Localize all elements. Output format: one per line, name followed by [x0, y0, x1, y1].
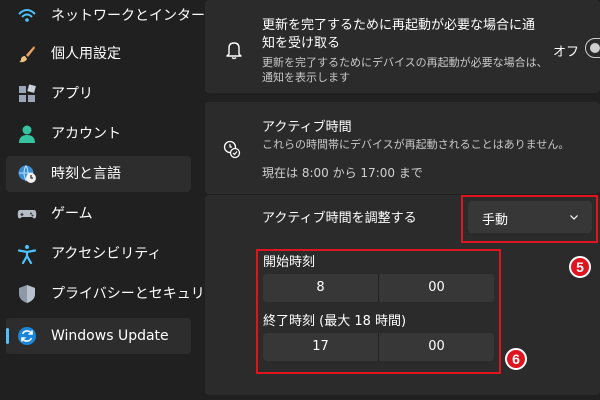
sidebar-item-label: アクセシビリティ: [51, 246, 162, 262]
sidebar-item-network[interactable]: ネットワークとインターネット: [6, 0, 247, 34]
time-language-icon: [18, 165, 36, 183]
sidebar-item-windows-update[interactable]: Windows Update: [6, 318, 191, 354]
sidebar-item-apps[interactable]: アプリ: [6, 76, 191, 112]
adjust-label: アクティブ時間を調整する: [262, 211, 417, 226]
active-hours-description: これらの時間帯にデバイスが再起動されることはありません。: [262, 138, 570, 151]
active-hours-icon: [223, 140, 241, 159]
windows-update-icon: [18, 327, 36, 345]
notify-restart-toggle[interactable]: [585, 38, 600, 58]
toggle-state-label: オフ: [553, 45, 580, 60]
active-hours-title: アクティブ時間: [262, 120, 352, 135]
annotation-badge-5: 5: [569, 256, 591, 278]
accessibility-icon: [17, 245, 37, 264]
sidebar-item-accounts[interactable]: アカウント: [6, 116, 191, 152]
notify-desc-line1: 更新を完了するためにデバイスの再起動が必要な場合は、: [262, 56, 548, 69]
selection-indicator: [6, 328, 9, 344]
sidebar-item-label: 時刻と言語: [51, 166, 121, 182]
annotation-badge-6: 6: [505, 348, 527, 370]
sidebar-item-label: Windows Update: [51, 328, 169, 344]
shield-icon: [19, 285, 35, 303]
notify-desc-line2: 通知を表示します: [262, 71, 350, 84]
sidebar-item-time-language[interactable]: 時刻と言語: [6, 156, 191, 192]
notify-title: 更新を完了するために再起動が必要な場合に通 知を受け取る: [262, 17, 535, 53]
sidebar: ネットワークとインターネット 個人用設定 アプリ アカウント 時刻と言語 ゲーム…: [0, 0, 247, 400]
notify-title-line2: 知を受け取る: [262, 36, 341, 51]
sidebar-item-label: 個人用設定: [51, 46, 121, 62]
sidebar-item-personalization[interactable]: 個人用設定: [6, 36, 191, 72]
sidebar-item-gaming[interactable]: ゲーム: [6, 196, 191, 232]
active-hours-card[interactable]: アクティブ時間 これらの時間帯にデバイスが再起動されることはありません。 現在は…: [205, 102, 600, 194]
notify-description: 更新を完了するためにデバイスの再起動が必要な場合は、 通知を表示します: [262, 55, 548, 85]
highlight-box-dropdown: [461, 195, 598, 243]
gamepad-icon: [17, 210, 37, 219]
toggle-knob: [590, 43, 600, 53]
apps-icon: [19, 84, 36, 102]
account-icon: [19, 125, 35, 143]
notify-restart-card: 更新を完了するために再起動が必要な場合に通 知を受け取る 更新を完了するためにデ…: [205, 0, 600, 93]
sidebar-item-label: ゲーム: [51, 206, 93, 222]
sidebar-item-label: アプリ: [51, 86, 93, 102]
sidebar-item-accessibility[interactable]: アクセシビリティ: [6, 236, 191, 272]
sidebar-item-label: アカウント: [51, 126, 121, 142]
bell-icon: [226, 42, 242, 60]
highlight-box-times: [256, 249, 501, 374]
wifi-icon: [18, 9, 36, 22]
brush-icon: [19, 46, 35, 63]
active-hours-current: 現在は 8:00 から 17:00 まで: [262, 166, 423, 180]
notify-title-line1: 更新を完了するために再起動が必要な場合に通: [262, 18, 536, 33]
sidebar-item-privacy-security[interactable]: プライバシーとセキュリティ: [6, 276, 232, 312]
